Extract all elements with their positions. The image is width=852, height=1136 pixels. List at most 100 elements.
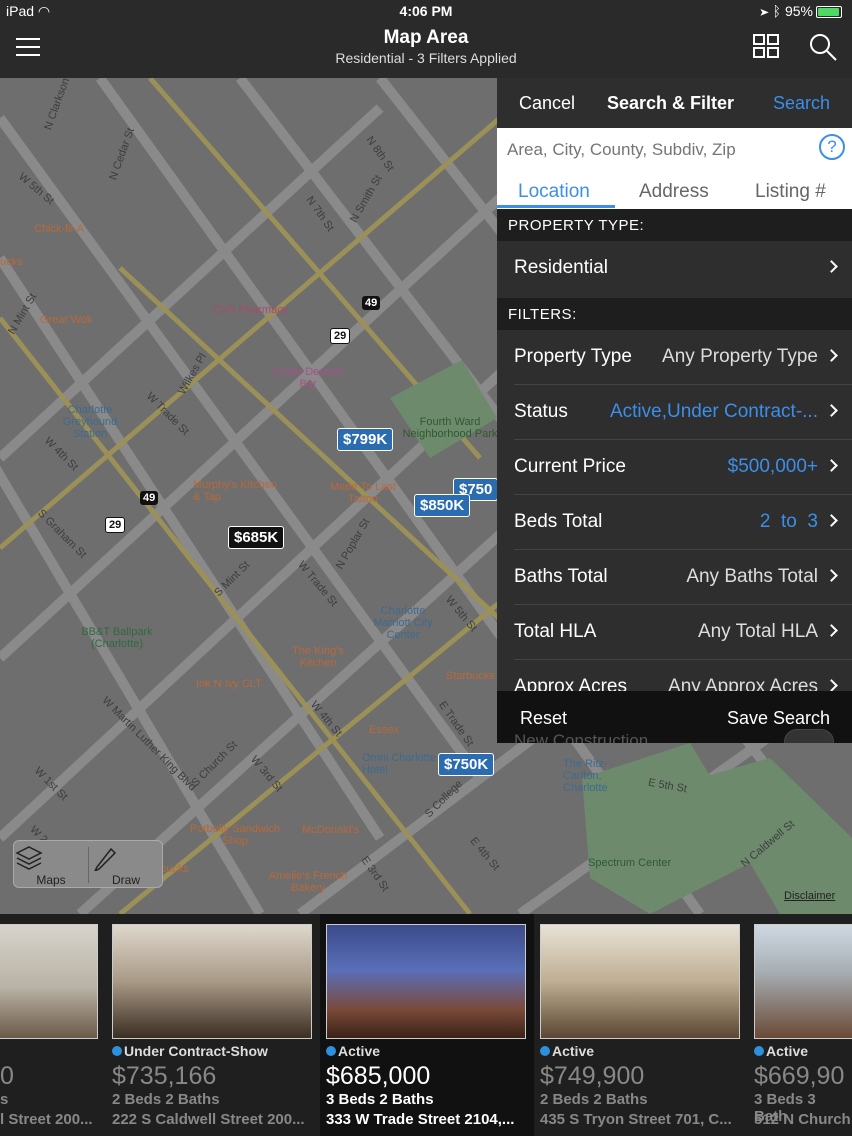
tab-address[interactable]: Address xyxy=(639,181,709,203)
listing-address: 222 S Caldwell Street 200... xyxy=(112,1111,305,1128)
status-dot-icon xyxy=(112,1046,122,1056)
poi-label: The Ritz-Carlton, Charlotte xyxy=(563,758,608,794)
location-search-input[interactable] xyxy=(507,136,807,164)
highway-shield: 29 xyxy=(330,328,351,344)
search-icon[interactable] xyxy=(808,32,838,62)
filter-row-baths-total[interactable]: Baths Total Any Baths Total xyxy=(497,550,852,605)
listing-price: 0 xyxy=(0,1062,14,1090)
grid-view-icon[interactable] xyxy=(753,34,781,60)
filter-value: 2 to 3 xyxy=(759,511,818,532)
disclaimer-link[interactable]: Disclaimer xyxy=(784,890,835,902)
chevron-right-icon xyxy=(825,569,838,582)
draw-button[interactable]: Draw xyxy=(89,841,163,889)
new-construction-toggle[interactable] xyxy=(784,729,834,743)
filter-label: Baths Total xyxy=(514,566,608,587)
search-filter-panel: Cancel Search & Filter Search ? Location… xyxy=(497,78,852,743)
status-dot-icon xyxy=(754,1046,764,1056)
listing-photo xyxy=(754,924,852,1039)
chevron-right-icon xyxy=(825,349,838,362)
page-title: Map Area xyxy=(383,27,469,48)
poi-label: ucks xyxy=(0,256,23,268)
listing-card[interactable]: Active $669,90 3 Beds 3 Bath 512 N Churc… xyxy=(754,914,852,1136)
chevron-right-icon xyxy=(825,260,838,273)
highway-shield: 49 xyxy=(140,491,159,505)
status-dot-icon xyxy=(326,1046,336,1056)
save-search-button[interactable]: Save Search xyxy=(727,708,830,729)
listing-price: $749,900 xyxy=(540,1062,645,1090)
poi-label: Made To Last Tattoo xyxy=(330,481,396,505)
nav-bar: Map Area Residential - 3 Filters Applied xyxy=(0,24,852,78)
tab-indicator xyxy=(497,205,615,208)
filter-row-property-type[interactable]: Property Type Any Property Type xyxy=(497,330,852,385)
listing-photo xyxy=(540,924,740,1039)
poi-label: Fourth Ward Neighborhood Park xyxy=(402,416,498,440)
listing-card-selected[interactable]: Active $685,000 3 Beds 2 Baths 333 W Tra… xyxy=(320,914,534,1136)
poi-label: Starbucks xyxy=(446,670,495,682)
search-button[interactable]: Search xyxy=(773,93,830,114)
poi-label: Charlotte Marriott City Center xyxy=(373,605,433,641)
map-tools: Maps Draw xyxy=(13,840,163,888)
listing-status: Active xyxy=(766,1043,809,1059)
poi-label: Chick-fil-A xyxy=(34,223,85,235)
chevron-right-icon xyxy=(825,404,838,417)
listing-card[interactable]: Under Contract-Show $735,166 2 Beds 2 Ba… xyxy=(112,914,326,1136)
filter-value: Any Total HLA xyxy=(697,621,818,642)
poi-label: Essex xyxy=(369,724,399,736)
filter-row-current-price[interactable]: Current Price $500,000+ xyxy=(497,440,852,495)
listing-beds-baths: s xyxy=(0,1091,9,1108)
poi-label: Charlotte Greyhound Station xyxy=(62,404,118,440)
page-subtitle: Residential - 3 Filters Applied xyxy=(335,50,517,66)
panel-title: Search & Filter xyxy=(607,93,735,113)
location-arrow-icon: ➤ xyxy=(760,3,769,19)
location-search: ? xyxy=(497,128,852,173)
filter-value: Any Property Type xyxy=(662,346,818,367)
layers-icon xyxy=(15,846,43,870)
reset-button[interactable]: Reset xyxy=(520,708,567,729)
listing-carousel[interactable]: 0 s l Street 200... Under Contract-Show … xyxy=(0,914,852,1136)
filter-value: Active,Under Contract-... xyxy=(609,401,818,422)
price-pin[interactable]: $850K xyxy=(414,494,471,517)
filter-value: Any Baths Total xyxy=(686,566,818,587)
pencil-icon xyxy=(94,847,117,871)
filter-row-beds-total[interactable]: Beds Total 2 to 3 xyxy=(497,495,852,550)
listing-address: 333 W Trade Street 2104,... xyxy=(326,1111,515,1128)
poi-label: Murphy's Kitchen & Tap xyxy=(193,479,278,503)
maps-label: Maps xyxy=(36,873,66,887)
listing-address: 435 S Tryon Street 701, C... xyxy=(540,1111,732,1128)
listing-address: l Street 200... xyxy=(0,1111,93,1128)
poi-label: Great Wok xyxy=(40,314,93,326)
listing-beds-baths: 2 Beds 2 Baths xyxy=(112,1091,220,1108)
poi-label: The King's Kitchen xyxy=(292,645,344,669)
search-tabs: Location Address Listing # xyxy=(497,173,852,209)
listing-photo xyxy=(0,924,98,1039)
listing-card[interactable]: 0 s l Street 200... xyxy=(0,914,112,1136)
listing-beds-baths: 2 Beds 2 Baths xyxy=(540,1091,648,1108)
listing-card[interactable]: Active $749,900 2 Beds 2 Baths 435 S Try… xyxy=(540,914,754,1136)
filter-value: $500,000+ xyxy=(727,456,818,477)
filter-row-status[interactable]: Status Active,Under Contract-... xyxy=(497,385,852,440)
filters-header: FILTERS: xyxy=(497,298,852,330)
property-type-header: PROPERTY TYPE: xyxy=(497,209,852,241)
maps-button[interactable]: Maps xyxy=(14,841,88,889)
property-type-row[interactable]: Residential xyxy=(497,241,852,296)
filter-row-total-hla[interactable]: Total HLA Any Total HLA xyxy=(497,605,852,660)
tab-location[interactable]: Location xyxy=(518,181,590,203)
poi-label: Omni Charlotte Hotel xyxy=(362,752,436,776)
tab-listing-number[interactable]: Listing # xyxy=(755,181,826,203)
listing-address: 512 N Church xyxy=(754,1111,851,1128)
price-pin[interactable]: $750K xyxy=(438,753,495,776)
price-pin[interactable]: $799K xyxy=(337,428,394,451)
filter-label: Current Price xyxy=(514,456,626,477)
chevron-right-icon xyxy=(825,624,838,637)
poi-label: Ink N Ivy CLT xyxy=(196,678,262,690)
cancel-button[interactable]: Cancel xyxy=(519,93,575,114)
filter-label: Total HLA xyxy=(514,621,597,642)
listing-status: Active xyxy=(338,1043,381,1059)
price-pin-selected[interactable]: $685K xyxy=(228,526,285,549)
panel-header: Cancel Search & Filter Search xyxy=(497,78,852,128)
listing-price: $735,166 xyxy=(112,1062,217,1090)
listing-photo xyxy=(326,924,526,1039)
poi-label: Crave Dessert Bar xyxy=(272,366,344,390)
help-icon[interactable]: ? xyxy=(819,134,845,160)
status-dot-icon xyxy=(540,1046,550,1056)
